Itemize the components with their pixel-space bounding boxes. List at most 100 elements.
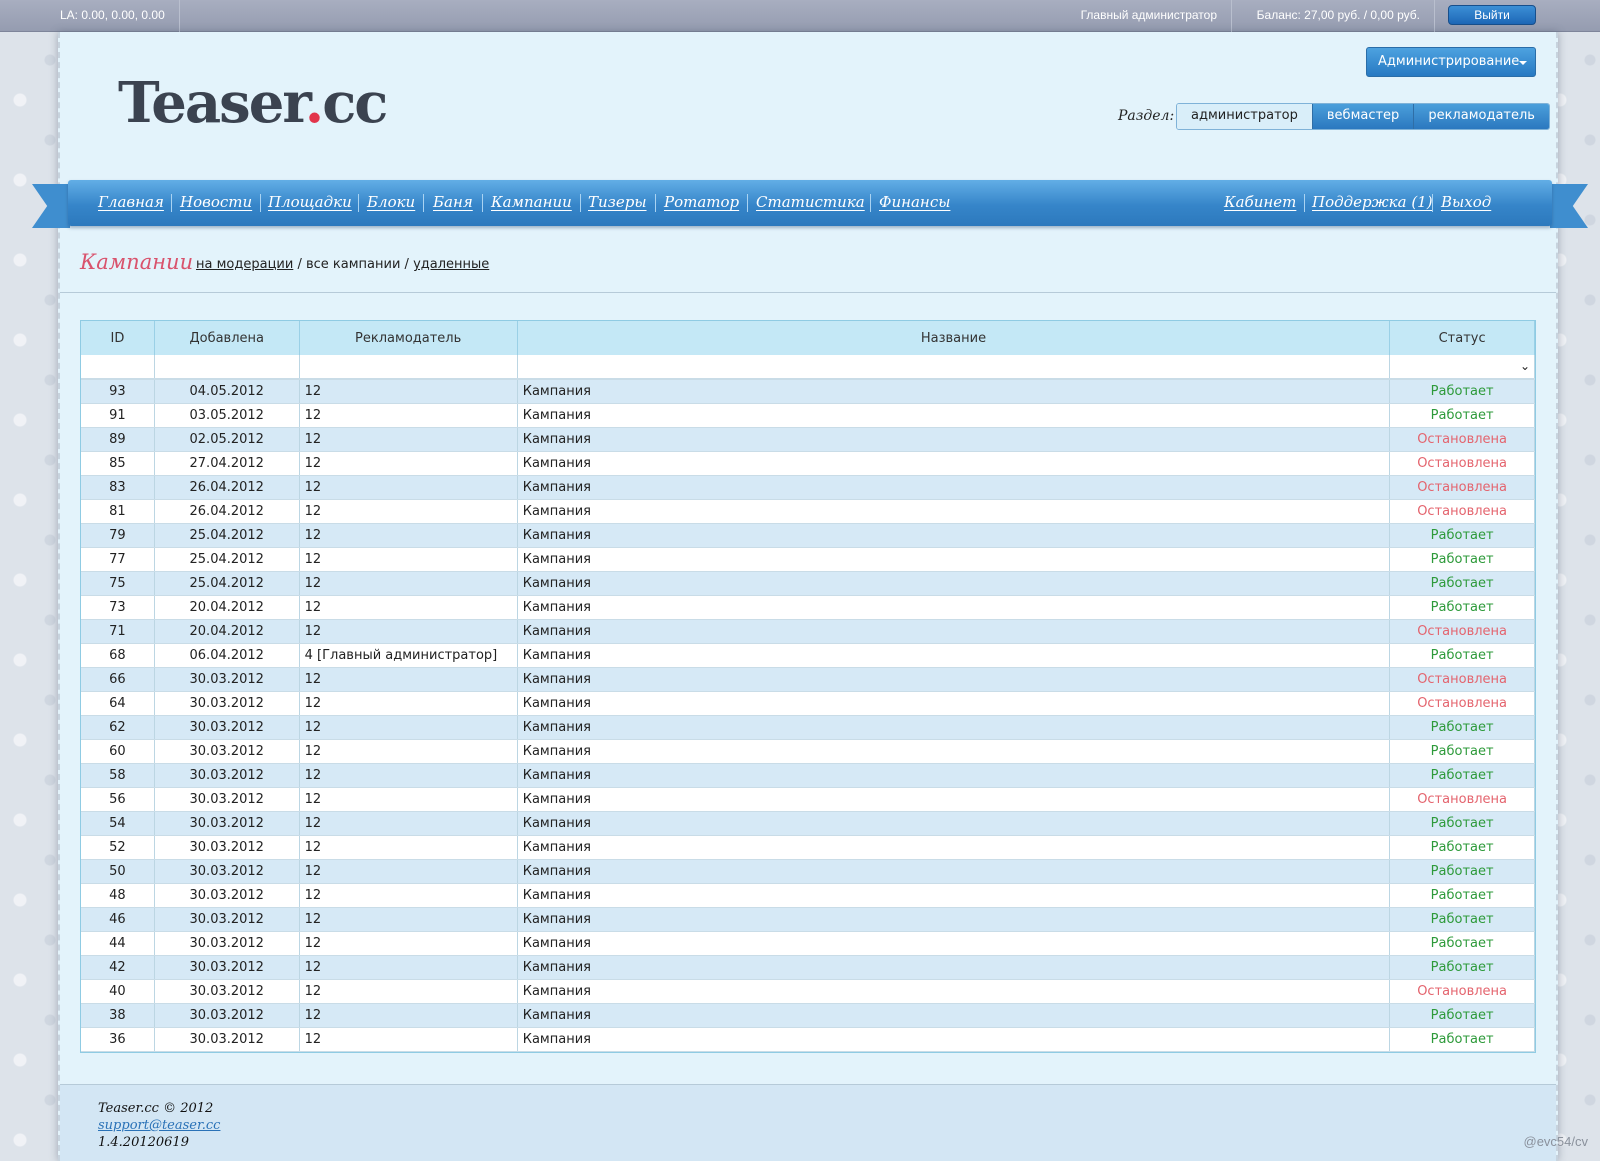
table-row[interactable]: 54 30.03.2012 12 Кампания Работает	[81, 811, 1535, 836]
table-row[interactable]: 64 30.03.2012 12 Кампания Остановлена	[81, 691, 1535, 716]
balance: Баланс: 27,00 руб. / 0,00 руб.	[1243, 0, 1435, 32]
cell-status: Работает	[1389, 715, 1535, 740]
campaigns-table: ID Добавлена Рекламодатель Название Стат…	[80, 320, 1536, 1053]
cell-id: 46	[81, 907, 155, 932]
filter-advertiser-input[interactable]	[299, 355, 518, 380]
cell-id: 60	[81, 739, 155, 764]
logo-dot: .	[304, 70, 324, 136]
table-row[interactable]: 83 26.04.2012 12 Кампания Остановлена	[81, 475, 1535, 500]
table-row[interactable]: 77 25.04.2012 12 Кампания Работает	[81, 547, 1535, 572]
table-row[interactable]: 56 30.03.2012 12 Кампания Остановлена	[81, 787, 1535, 812]
cell-advertiser: 12	[299, 1003, 518, 1028]
column-header-added[interactable]: Добавлена	[154, 321, 300, 355]
administration-menu-button[interactable]: Администрирование	[1366, 47, 1536, 77]
filter-name-input[interactable]	[517, 355, 1391, 380]
cell-added: 30.03.2012	[154, 763, 300, 788]
cell-advertiser: 12	[299, 787, 518, 812]
nav-logout[interactable]: Выход	[1441, 193, 1491, 211]
table-row[interactable]: 48 30.03.2012 12 Кампания Работает	[81, 883, 1535, 908]
cell-advertiser: 12	[299, 499, 518, 524]
cell-name: Кампания	[517, 523, 1391, 548]
table-row[interactable]: 73 20.04.2012 12 Кампания Работает	[81, 595, 1535, 620]
cell-status: Работает	[1389, 835, 1535, 860]
column-header-id[interactable]: ID	[81, 321, 155, 355]
section-admin[interactable]: администратор	[1177, 104, 1312, 129]
cell-status: Остановлена	[1389, 475, 1535, 500]
cell-advertiser: 4 [Главный администратор]	[299, 643, 518, 668]
table-row[interactable]: 81 26.04.2012 12 Кампания Остановлена	[81, 499, 1535, 524]
table-row[interactable]: 44 30.03.2012 12 Кампания Работает	[81, 931, 1535, 956]
cell-added: 30.03.2012	[154, 1003, 300, 1028]
cell-advertiser: 12	[299, 667, 518, 692]
cell-added: 30.03.2012	[154, 835, 300, 860]
nav-news[interactable]: Новости	[180, 193, 252, 211]
cell-added: 30.03.2012	[154, 715, 300, 740]
cell-status: Остановлена	[1389, 451, 1535, 476]
table-row[interactable]: 75 25.04.2012 12 Кампания Работает	[81, 571, 1535, 596]
cell-status: Работает	[1389, 403, 1535, 428]
cell-name: Кампания	[517, 811, 1391, 836]
cell-advertiser: 12	[299, 955, 518, 980]
cell-advertiser: 12	[299, 1027, 518, 1052]
column-header-status[interactable]: Статус	[1389, 321, 1535, 355]
table-row[interactable]: 71 20.04.2012 12 Кампания Остановлена	[81, 619, 1535, 644]
cell-status: Остановлена	[1389, 427, 1535, 452]
filter-moderation-link[interactable]: на модерации	[196, 257, 293, 272]
cell-id: 64	[81, 691, 155, 716]
nav-blocks[interactable]: Блоки	[367, 193, 415, 211]
table-row[interactable]: 62 30.03.2012 12 Кампания Работает	[81, 715, 1535, 740]
nav-teasers[interactable]: Тизеры	[588, 193, 647, 211]
table-row[interactable]: 91 03.05.2012 12 Кампания Работает	[81, 403, 1535, 428]
filter-id-input[interactable]	[81, 355, 155, 380]
table-row[interactable]: 52 30.03.2012 12 Кампания Работает	[81, 835, 1535, 860]
cell-status: Остановлена	[1389, 691, 1535, 716]
table-row[interactable]: 46 30.03.2012 12 Кампания Работает	[81, 907, 1535, 932]
nav-home[interactable]: Главная	[98, 193, 164, 211]
divider	[60, 292, 1556, 293]
table-row[interactable]: 36 30.03.2012 12 Кампания Работает	[81, 1027, 1535, 1052]
cell-advertiser: 12	[299, 811, 518, 836]
footer-support-email[interactable]: support@teaser.cc	[98, 1118, 220, 1133]
nav-rotator[interactable]: Ротатор	[664, 193, 739, 211]
cell-advertiser: 12	[299, 931, 518, 956]
cell-added: 30.03.2012	[154, 667, 300, 692]
cell-id: 83	[81, 475, 155, 500]
table-row[interactable]: 42 30.03.2012 12 Кампания Работает	[81, 955, 1535, 980]
table-row[interactable]: 93 04.05.2012 12 Кампания Работает	[81, 379, 1535, 404]
nav-campaigns[interactable]: Кампании	[491, 193, 572, 211]
filter-date-input[interactable]	[154, 355, 300, 380]
table-row[interactable]: 38 30.03.2012 12 Кампания Работает	[81, 1003, 1535, 1028]
cell-id: 66	[81, 667, 155, 692]
table-row[interactable]: 68 06.04.2012 4 [Главный администратор] Кам…	[81, 643, 1535, 668]
table-row[interactable]: 79 25.04.2012 12 Кампания Работает	[81, 523, 1535, 548]
nav-statistics[interactable]: Статистика	[756, 193, 865, 211]
cell-advertiser: 12	[299, 691, 518, 716]
section-webmaster[interactable]: вебмастер	[1311, 104, 1414, 129]
cell-added: 26.04.2012	[154, 475, 300, 500]
table-row[interactable]: 60 30.03.2012 12 Кампания Работает	[81, 739, 1535, 764]
column-header-name[interactable]: Название	[517, 321, 1391, 355]
nav-banya[interactable]: Баня	[433, 193, 473, 211]
cell-advertiser: 12	[299, 523, 518, 548]
table-row[interactable]: 66 30.03.2012 12 Кампания Остановлена	[81, 667, 1535, 692]
column-header-advertiser[interactable]: Рекламодатель	[299, 321, 518, 355]
filter-status-select[interactable]: ⌄	[1389, 355, 1535, 380]
table-row[interactable]: 85 27.04.2012 12 Кампания Остановлена	[81, 451, 1535, 476]
section-advertiser[interactable]: рекламодатель	[1413, 104, 1549, 129]
nav-sites[interactable]: Площадки	[268, 193, 352, 211]
cell-id: 48	[81, 883, 155, 908]
nav-cabinet[interactable]: Кабинет	[1224, 193, 1296, 211]
filter-deleted-link[interactable]: удаленные	[413, 257, 489, 272]
logo[interactable]: Teaser.cc	[118, 70, 388, 136]
cell-name: Кампания	[517, 643, 1391, 668]
logo-tail: cc	[322, 70, 388, 136]
table-row[interactable]: 50 30.03.2012 12 Кампания Работает	[81, 859, 1535, 884]
table-row[interactable]: 40 30.03.2012 12 Кампания Остановлена	[81, 979, 1535, 1004]
cell-id: 71	[81, 619, 155, 644]
table-row[interactable]: 89 02.05.2012 12 Кампания Остановлена	[81, 427, 1535, 452]
nav-support[interactable]: Поддержка (1)	[1312, 193, 1433, 211]
nav-finance[interactable]: Финансы	[879, 193, 950, 211]
cell-id: 91	[81, 403, 155, 428]
logout-button[interactable]: Выйти	[1448, 5, 1536, 25]
table-row[interactable]: 58 30.03.2012 12 Кампания Работает	[81, 763, 1535, 788]
